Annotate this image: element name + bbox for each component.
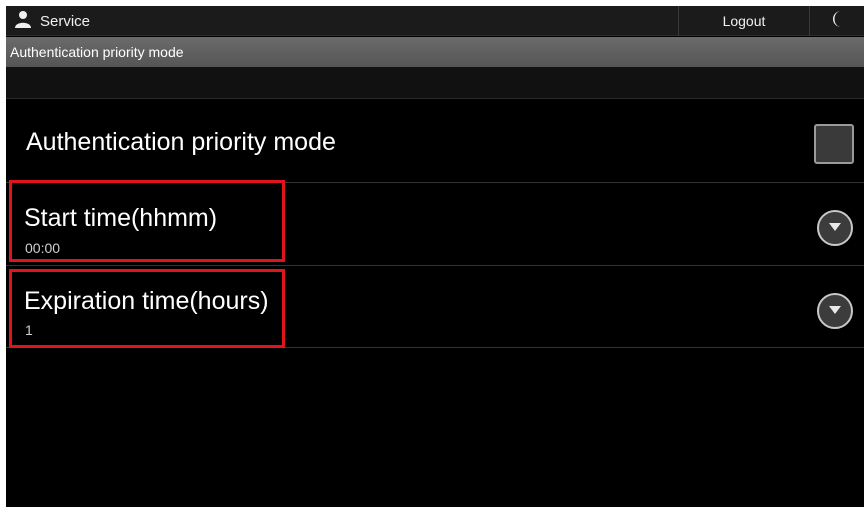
expiration-time-dropdown-button[interactable] <box>817 293 853 329</box>
auth-priority-label: Authentication priority mode <box>26 128 336 156</box>
user-icon <box>14 10 32 32</box>
start-time-value: 00:00 <box>25 240 61 256</box>
page-title-bar: Authentication priority mode <box>6 37 864 67</box>
start-time-row[interactable]: Start time(hhmm) 00:00 <box>6 180 864 266</box>
chevron-down-icon <box>828 302 842 320</box>
user-button[interactable]: Service <box>6 6 206 36</box>
start-time-dropdown-button[interactable] <box>817 210 853 246</box>
start-time-label: Start time(hhmm) <box>24 204 218 232</box>
header-spacer <box>6 67 864 99</box>
expiration-time-label: Expiration time(hours) <box>24 287 269 315</box>
night-mode-button[interactable] <box>811 6 864 36</box>
expiration-time-row[interactable]: Expiration time(hours) 1 <box>6 267 864 348</box>
auth-priority-row[interactable]: Authentication priority mode <box>6 100 864 183</box>
expiration-time-value: 1 <box>25 322 33 338</box>
logout-label: Logout <box>722 13 766 29</box>
chevron-down-icon <box>828 219 842 237</box>
auth-priority-checkbox[interactable] <box>814 124 854 164</box>
page-title: Authentication priority mode <box>10 44 184 60</box>
moon-icon <box>830 10 846 33</box>
user-label: Service <box>40 12 91 30</box>
status-bar: Service Logout <box>6 6 864 36</box>
device-screen: Service Logout Authentication priority m… <box>6 6 864 507</box>
logout-button[interactable]: Logout <box>678 6 810 36</box>
